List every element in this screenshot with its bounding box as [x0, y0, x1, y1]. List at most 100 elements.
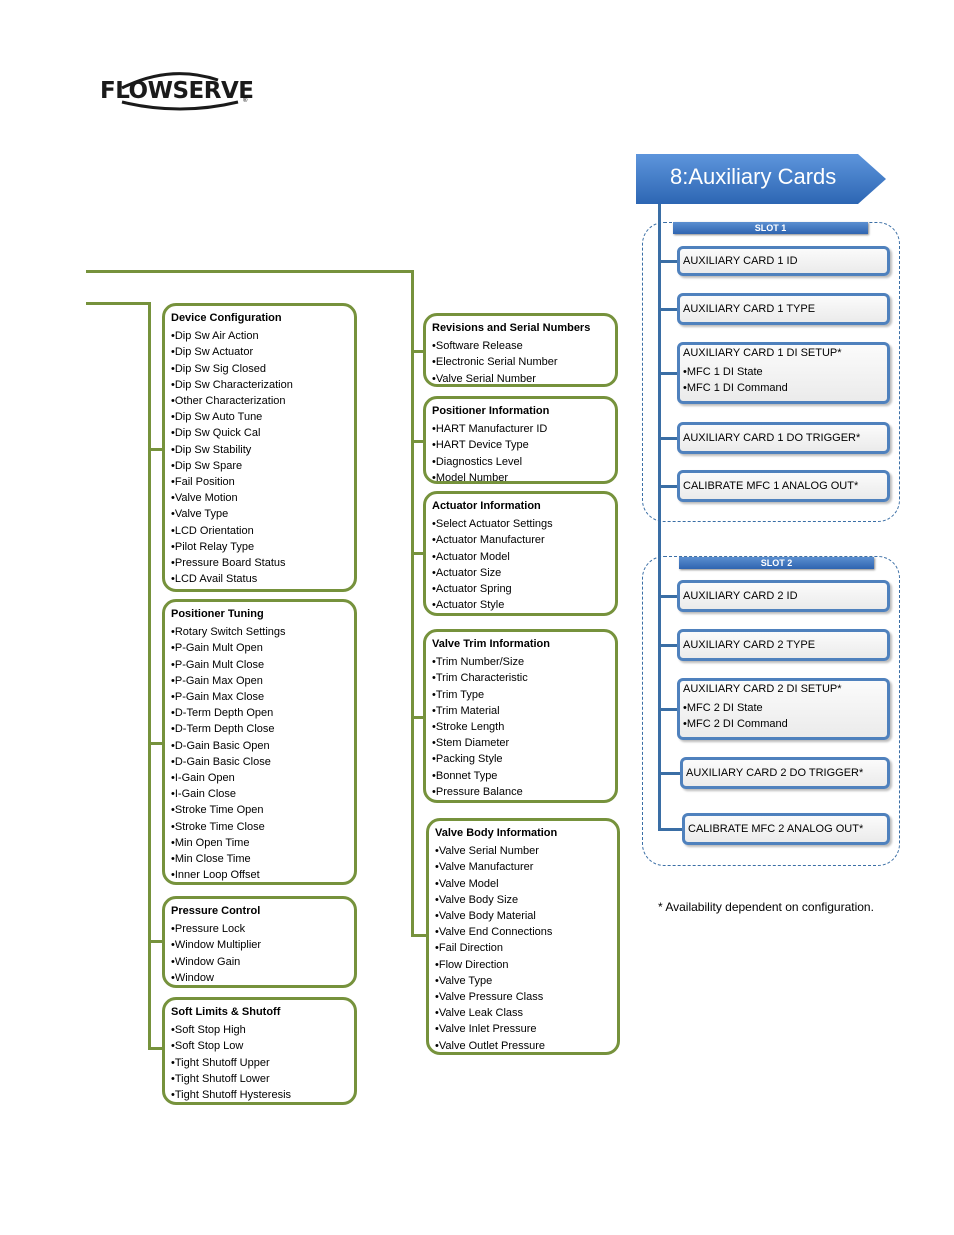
group-actuator-information[interactable]: Actuator Information Select Actuator Set… — [423, 491, 618, 616]
aux-card-1-5[interactable]: CALIBRATE MFC 1 ANALOG OUT* — [677, 470, 890, 502]
list-item[interactable]: Window Gain — [171, 954, 348, 970]
list-item[interactable]: Valve Motion — [171, 490, 348, 506]
list-item[interactable]: Model Number — [432, 470, 609, 486]
list-item[interactable]: HART Device Type — [432, 437, 609, 453]
list-item[interactable]: D-Term Depth Open — [171, 705, 348, 721]
list-item[interactable]: Inner Loop Offset — [171, 867, 348, 883]
list-item[interactable]: Trim Type — [432, 687, 609, 703]
aux-card-2-2[interactable]: AUXILIARY CARD 2 TYPE — [677, 629, 890, 661]
list-item[interactable]: Pilot Relay Type — [171, 539, 348, 555]
list-item[interactable]: Select Actuator Settings — [432, 516, 609, 532]
list-item[interactable]: Dip Sw Stability — [171, 442, 348, 458]
list-item[interactable]: Valve Type — [171, 506, 348, 522]
list-item[interactable]: Dip Sw Auto Tune — [171, 409, 348, 425]
list-item[interactable]: Min Open Time — [171, 835, 348, 851]
list-item[interactable]: Electronic Serial Number — [432, 354, 609, 370]
list-item[interactable]: Stem Diameter — [432, 735, 609, 751]
list-item[interactable]: Soft Stop Low — [171, 1038, 348, 1054]
group-positioner-information[interactable]: Positioner Information HART Manufacturer… — [423, 396, 618, 484]
list-item[interactable]: Stroke Time Close — [171, 819, 348, 835]
list-item[interactable]: Valve Serial Number — [432, 371, 609, 387]
list-item[interactable]: Flow Direction — [435, 957, 611, 973]
list-item[interactable]: P-Gain Max Close — [171, 689, 348, 705]
list-item[interactable]: Valve Leak Class — [435, 1005, 611, 1021]
group-revisions-serial-numbers[interactable]: Revisions and Serial Numbers Software Re… — [423, 313, 618, 387]
group-soft-limits-shutoff[interactable]: Soft Limits & Shutoff Soft Stop HighSoft… — [162, 997, 357, 1105]
list-item[interactable]: Actuator Size — [432, 565, 609, 581]
list-item[interactable]: Pressure Board Status — [171, 555, 348, 571]
list-item[interactable]: P-Gain Mult Close — [171, 657, 348, 673]
list-item[interactable]: P-Gain Mult Open — [171, 640, 348, 656]
list-item[interactable]: D-Gain Basic Open — [171, 738, 348, 754]
list-item[interactable]: Dip Sw Actuator — [171, 344, 348, 360]
list-item[interactable]: Software Release — [432, 338, 609, 354]
list-item[interactable]: Valve Model — [435, 876, 611, 892]
group-valve-body-information[interactable]: Valve Body Information Valve Serial Numb… — [426, 818, 620, 1055]
aux-card-2-1[interactable]: AUXILIARY CARD 2 ID — [677, 580, 890, 612]
list-item[interactable]: Tight Shutoff Upper — [171, 1055, 348, 1071]
list-item[interactable]: Soft Stop High — [171, 1022, 348, 1038]
list-item[interactable]: Rotary Switch Settings — [171, 624, 348, 640]
list-item[interactable]: Dip Sw Sig Closed — [171, 361, 348, 377]
list-item[interactable]: Other Characterization — [171, 393, 348, 409]
list-item[interactable]: Dip Sw Characterization — [171, 377, 348, 393]
list-item[interactable]: Diagnostics Level — [432, 454, 609, 470]
aux-card-1-4[interactable]: AUXILIARY CARD 1 DO TRIGGER* — [677, 422, 890, 454]
list-item[interactable]: Actuator Model — [432, 549, 609, 565]
list-item[interactable]: Tight Shutoff Lower — [171, 1071, 348, 1087]
group-valve-trim-information[interactable]: Valve Trim Information Trim Number/SizeT… — [423, 629, 618, 803]
list-item[interactable]: P-Gain Max Open — [171, 673, 348, 689]
list-item[interactable]: Window Multiplier — [171, 937, 348, 953]
list-item[interactable]: Pressure Lock — [171, 921, 348, 937]
aux-card-1-1[interactable]: AUXILIARY CARD 1 ID — [677, 246, 890, 276]
list-item[interactable]: Actuator Style — [432, 597, 609, 613]
list-item[interactable]: Dip Sw Air Action — [171, 328, 348, 344]
list-item[interactable]: I-Gain Close — [171, 786, 348, 802]
list-item[interactable]: Valve End Connections — [435, 924, 611, 940]
aux-card-2-4[interactable]: AUXILIARY CARD 2 DO TRIGGER* — [680, 757, 890, 789]
list-item[interactable]: D-Term Depth Close — [171, 721, 348, 737]
list-item[interactable]: Dip Sw Quick Cal — [171, 425, 348, 441]
list-item[interactable]: Valve Inlet Pressure — [435, 1021, 611, 1037]
list-item[interactable]: Window — [171, 970, 348, 986]
card-item[interactable]: MFC 2 DI Command — [683, 716, 887, 732]
list-item[interactable]: Valve Outlet Pressure — [435, 1038, 611, 1054]
list-item[interactable]: Tight Shutoff Hysteresis — [171, 1087, 348, 1103]
list-item[interactable]: Valve Body Size — [435, 892, 611, 908]
card-item[interactable]: MFC 1 DI Command — [683, 380, 887, 396]
group-pressure-control[interactable]: Pressure Control Pressure LockWindow Mul… — [162, 896, 357, 988]
list-item[interactable]: Trim Characteristic — [432, 670, 609, 686]
card-item[interactable]: MFC 1 DI State — [683, 364, 887, 380]
list-item[interactable]: Actuator Manufacturer — [432, 532, 609, 548]
auxiliary-cards-header[interactable]: 8:Auxiliary Cards — [636, 154, 886, 204]
list-item[interactable]: Actuator Spring — [432, 581, 609, 597]
list-item[interactable]: Pressure Balance — [432, 784, 609, 800]
list-item[interactable]: Stroke Time Open — [171, 802, 348, 818]
aux-card-2-3[interactable]: AUXILIARY CARD 2 DI SETUP* MFC 2 DI State… — [677, 678, 890, 740]
list-item[interactable]: Fail Position — [171, 474, 348, 490]
list-item[interactable]: Trim Material — [432, 703, 609, 719]
list-item[interactable]: I-Gain Open — [171, 770, 348, 786]
list-item[interactable]: Valve Body Material — [435, 908, 611, 924]
list-item[interactable]: Trim Number/Size — [432, 654, 609, 670]
list-item[interactable]: Min Close Time — [171, 851, 348, 867]
list-item[interactable]: Valve Type — [435, 973, 611, 989]
group-device-configuration[interactable]: Device Configuration Dip Sw Air ActionDi… — [162, 303, 357, 592]
list-item[interactable]: Valve Manufacturer — [435, 859, 611, 875]
list-item[interactable]: Fail Direction — [435, 940, 611, 956]
card-item[interactable]: MFC 2 DI State — [683, 700, 887, 716]
list-item[interactable]: LCD Avail Status — [171, 571, 348, 587]
list-item[interactable]: D-Gain Basic Close — [171, 754, 348, 770]
aux-card-1-2[interactable]: AUXILIARY CARD 1 TYPE — [677, 293, 890, 325]
aux-card-2-5[interactable]: CALIBRATE MFC 2 ANALOG OUT* — [682, 813, 890, 845]
list-item[interactable]: Dip Sw Spare — [171, 458, 348, 474]
list-item[interactable]: Valve Serial Number — [435, 843, 611, 859]
aux-card-1-3[interactable]: AUXILIARY CARD 1 DI SETUP* MFC 1 DI State… — [677, 342, 890, 404]
list-item[interactable]: Packing Style — [432, 751, 609, 767]
list-item[interactable]: Bonnet Type — [432, 768, 609, 784]
list-item[interactable]: HART Manufacturer ID — [432, 421, 609, 437]
list-item[interactable]: Valve Pressure Class — [435, 989, 611, 1005]
list-item[interactable]: LCD Orientation — [171, 523, 348, 539]
group-positioner-tuning[interactable]: Positioner Tuning Rotary Switch Settings… — [162, 599, 357, 885]
list-item[interactable]: Stroke Length — [432, 719, 609, 735]
